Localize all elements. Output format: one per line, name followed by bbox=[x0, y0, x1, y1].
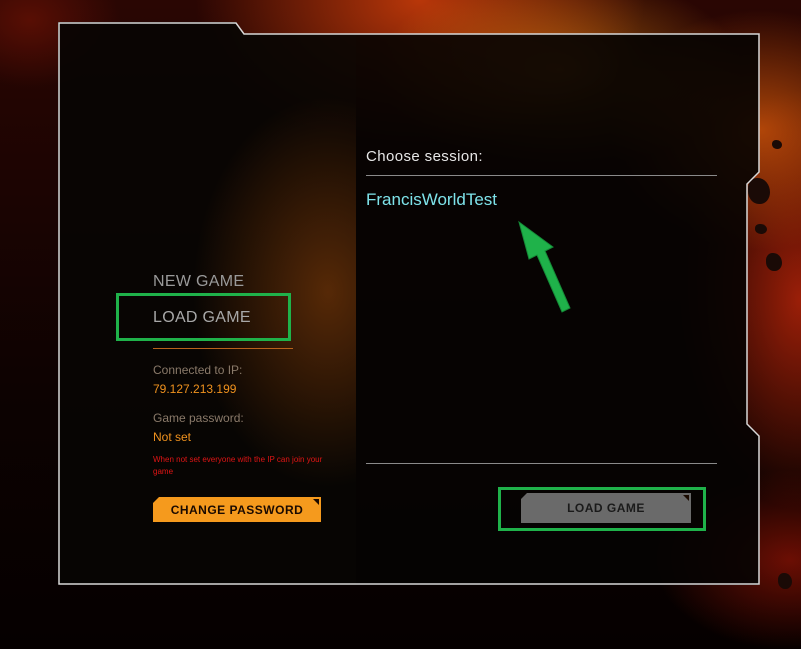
choose-session-heading: Choose session: bbox=[366, 148, 483, 165]
space-rock bbox=[778, 573, 792, 589]
session-item-francisworldtest[interactable]: FrancisWorldTest bbox=[366, 190, 497, 210]
change-password-button[interactable]: CHANGE PASSWORD bbox=[153, 497, 321, 522]
change-password-label: CHANGE PASSWORD bbox=[170, 502, 304, 517]
connected-ip-value: 79.127.213.199 bbox=[153, 382, 237, 396]
game-background: NEW GAME LOAD GAME Connected to IP: 79.1… bbox=[0, 0, 801, 649]
space-rock bbox=[772, 140, 782, 149]
session-list-top-divider bbox=[366, 175, 717, 176]
highlight-load-game-menu bbox=[116, 293, 291, 341]
game-password-label: Game password: bbox=[153, 411, 244, 425]
corner-mark-icon bbox=[313, 499, 319, 505]
menu-divider bbox=[153, 348, 293, 349]
password-warning: When not set everyone with the IP can jo… bbox=[153, 455, 323, 476]
menu-new-game[interactable]: NEW GAME bbox=[153, 273, 244, 291]
session-list-bottom-divider bbox=[366, 463, 717, 464]
game-password-value: Not set bbox=[153, 430, 192, 444]
space-rock bbox=[766, 253, 782, 271]
connected-ip-label: Connected to IP: bbox=[153, 363, 243, 377]
highlight-load-game-button bbox=[498, 487, 706, 531]
